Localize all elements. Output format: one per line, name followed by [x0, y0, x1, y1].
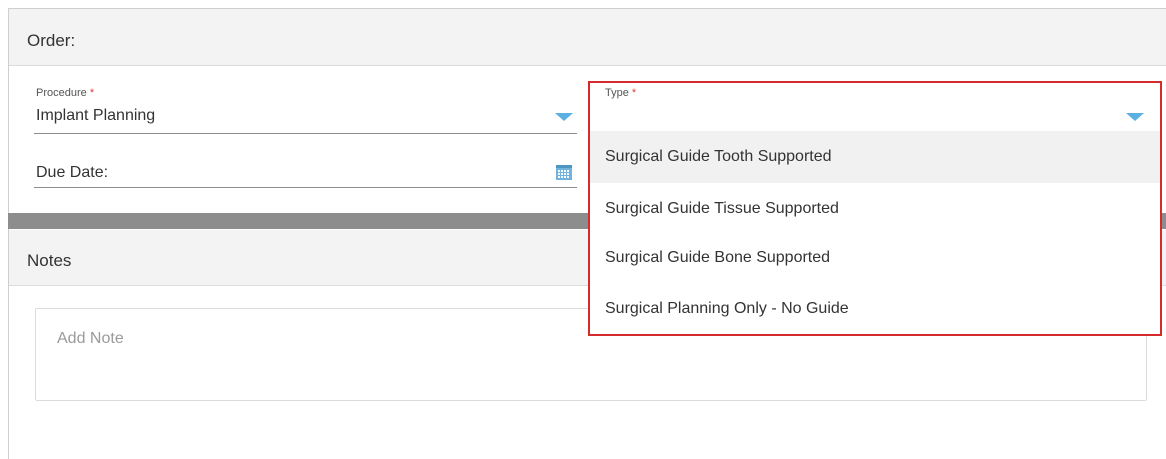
type-option-tissue-supported[interactable]: Surgical Guide Tissue Supported — [590, 183, 1160, 235]
type-label: Type * — [605, 87, 636, 99]
procedure-required-mark: * — [89, 87, 95, 99]
procedure-select[interactable]: Implant Planning — [36, 107, 155, 125]
type-required-mark: * — [631, 87, 637, 99]
chevron-down-icon[interactable] — [555, 113, 573, 121]
due-date-underline — [34, 187, 577, 188]
procedure-label: Procedure * — [36, 87, 94, 99]
type-option-planning-only[interactable]: Surgical Planning Only - No Guide — [590, 283, 1160, 335]
order-header — [9, 9, 1166, 66]
procedure-label-text: Procedure — [36, 87, 87, 99]
calendar-icon[interactable] — [556, 165, 572, 180]
type-label-text: Type — [605, 87, 629, 99]
chevron-down-icon[interactable] — [1126, 113, 1144, 121]
type-option-tooth-supported[interactable]: Surgical Guide Tooth Supported — [590, 131, 1160, 183]
due-date-field[interactable]: Due Date: — [36, 164, 108, 182]
order-title: Order: — [27, 31, 76, 50]
add-note-placeholder: Add Note — [57, 330, 124, 347]
notes-title: Notes — [27, 251, 72, 270]
type-option-bone-supported[interactable]: Surgical Guide Bone Supported — [590, 232, 1160, 284]
procedure-underline — [34, 133, 577, 134]
